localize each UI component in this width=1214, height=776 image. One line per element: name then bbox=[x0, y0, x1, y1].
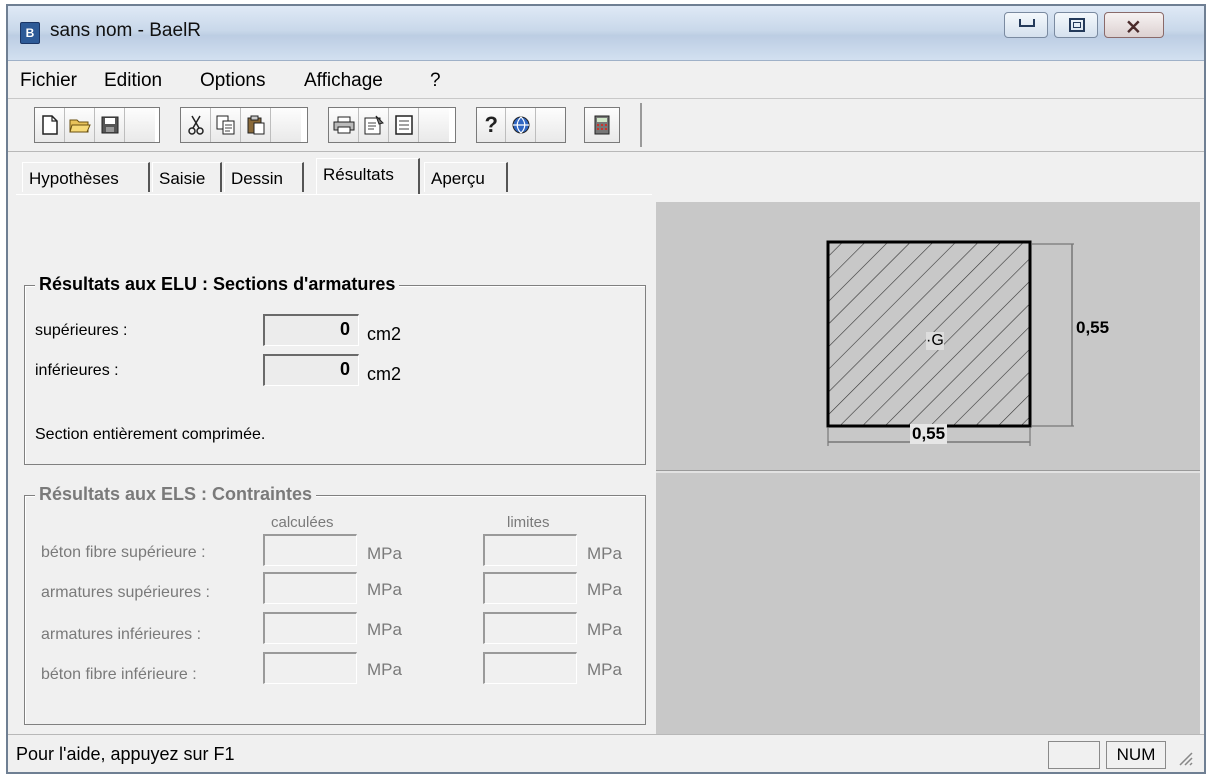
notes-icon[interactable] bbox=[389, 108, 419, 142]
save-as-icon[interactable] bbox=[125, 108, 155, 142]
resize-grip-icon[interactable] bbox=[1176, 749, 1194, 767]
tab-saisie[interactable]: Saisie bbox=[152, 162, 222, 192]
els-unit-lim-arm-inf: MPa bbox=[587, 620, 622, 639]
els-unit-calc-arm-sup: MPa bbox=[367, 580, 402, 599]
els-calc-beton-inf bbox=[263, 652, 357, 684]
els-groupbox: Résultats aux ELS : Contraintes calculée… bbox=[24, 484, 646, 725]
menu-options[interactable]: Options bbox=[200, 70, 265, 92]
status-bar: Pour l'aide, appuyez sur F1 NUM bbox=[8, 734, 1204, 772]
blank-tool-icon-3[interactable] bbox=[535, 108, 565, 142]
properties-icon[interactable] bbox=[359, 108, 389, 142]
calculator-icon[interactable] bbox=[585, 108, 619, 142]
els-lim-arm-sup bbox=[483, 572, 577, 604]
app-window: B sans nom - BaelR ⨯ Fichier Edition Opt… bbox=[6, 4, 1206, 774]
els-calc-arm-inf bbox=[263, 612, 357, 644]
copy-icon[interactable] bbox=[211, 108, 241, 142]
section-drawing-area: 0,55 0,55 ·G bbox=[656, 202, 1200, 736]
paste-icon[interactable] bbox=[241, 108, 271, 142]
maximize-button[interactable] bbox=[1054, 12, 1098, 38]
els-unit-calc-beton-sup: MPa bbox=[367, 544, 402, 563]
els-unit-lim-beton-sup: MPa bbox=[587, 544, 622, 563]
elu-label-inferieures: inférieures : bbox=[35, 362, 119, 379]
els-calc-arm-sup bbox=[263, 572, 357, 604]
toolbar-group-help: ? bbox=[476, 107, 566, 143]
title-bar[interactable]: B sans nom - BaelR ⨯ bbox=[8, 6, 1204, 61]
els-label-beton-inf: béton fibre inférieure : bbox=[41, 666, 197, 683]
elu-unit-superieures: cm2 bbox=[367, 324, 402, 344]
menu-bar: Fichier Edition Options Affichage ? bbox=[8, 62, 1204, 99]
toolbar-separator bbox=[640, 103, 642, 147]
els-lim-beton-sup bbox=[483, 534, 577, 566]
els-lim-beton-inf bbox=[483, 652, 577, 684]
close-icon: ⨯ bbox=[1125, 16, 1142, 38]
close-button[interactable]: ⨯ bbox=[1104, 12, 1164, 38]
toolbar-group-file bbox=[34, 107, 160, 143]
tab-dessin[interactable]: Dessin bbox=[224, 162, 304, 192]
menu-edition[interactable]: Edition bbox=[104, 70, 162, 92]
app-icon[interactable]: B bbox=[20, 22, 40, 44]
results-panel: Résultats aux ELU : Sections d'armatures… bbox=[16, 194, 652, 727]
els-label-beton-sup: béton fibre supérieure : bbox=[41, 544, 206, 561]
elu-label-superieures: supérieures : bbox=[35, 322, 128, 339]
els-title: Résultats aux ELS : Contraintes bbox=[35, 484, 317, 505]
menu-affichage[interactable]: Affichage bbox=[304, 70, 383, 92]
tab-apercu[interactable]: Aperçu bbox=[424, 162, 508, 192]
elu-value-inferieures: 0 bbox=[263, 354, 359, 386]
minimize-button[interactable] bbox=[1004, 12, 1048, 38]
els-label-arm-sup: armatures supérieures : bbox=[41, 584, 210, 601]
toolbar-group-print bbox=[328, 107, 456, 143]
cut-icon[interactable] bbox=[181, 108, 211, 142]
blank-tool-icon[interactable] bbox=[271, 108, 301, 142]
blank-tool-icon-2[interactable] bbox=[419, 108, 449, 142]
help-icon[interactable]: ? bbox=[477, 108, 507, 142]
els-col-calculees: calculées bbox=[271, 514, 334, 531]
els-col-limites: limites bbox=[507, 514, 550, 531]
els-unit-lim-arm-sup: MPa bbox=[587, 580, 622, 599]
els-label-arm-inf: armatures inférieures : bbox=[41, 626, 202, 643]
els-lim-arm-inf bbox=[483, 612, 577, 644]
centroid-label: ·G bbox=[926, 332, 944, 350]
status-pane bbox=[1048, 741, 1100, 769]
toolbar-group-calc bbox=[584, 107, 620, 143]
client-area: Hypothèses Saisie Dessin Résultats Aperç… bbox=[8, 152, 1204, 736]
elu-unit-inferieures: cm2 bbox=[367, 364, 402, 384]
width-dimension-label: 0,55 bbox=[910, 424, 948, 444]
window-title: sans nom - BaelR bbox=[50, 20, 202, 41]
height-dimension-label: 0,55 bbox=[1076, 318, 1110, 337]
minimize-icon bbox=[1019, 19, 1035, 27]
els-unit-lim-beton-inf: MPa bbox=[587, 660, 622, 679]
save-icon[interactable] bbox=[95, 108, 125, 142]
toolbar-group-edit bbox=[180, 107, 308, 143]
status-help-text: Pour l'aide, appuyez sur F1 bbox=[16, 744, 235, 764]
open-folder-icon[interactable] bbox=[65, 108, 95, 142]
tab-hypotheses[interactable]: Hypothèses bbox=[22, 162, 150, 192]
new-document-icon[interactable] bbox=[35, 108, 65, 142]
menu-help[interactable]: ? bbox=[430, 70, 441, 92]
toolbar: ? bbox=[8, 99, 1204, 152]
els-unit-calc-beton-inf: MPa bbox=[367, 660, 402, 679]
elu-value-superieures: 0 bbox=[263, 314, 359, 346]
tab-resultats[interactable]: Résultats bbox=[316, 158, 420, 194]
drawing-divider bbox=[656, 470, 1200, 473]
els-calc-beton-sup bbox=[263, 534, 357, 566]
print-icon[interactable] bbox=[329, 108, 359, 142]
globe-icon[interactable] bbox=[506, 108, 536, 142]
menu-fichier[interactable]: Fichier bbox=[20, 70, 77, 92]
els-unit-calc-arm-inf: MPa bbox=[367, 620, 402, 639]
elu-groupbox: Résultats aux ELU : Sections d'armatures… bbox=[24, 274, 646, 465]
elu-title: Résultats aux ELU : Sections d'armatures bbox=[35, 274, 400, 295]
num-lock-indicator: NUM bbox=[1106, 741, 1166, 769]
elu-message: Section entièrement comprimée. bbox=[35, 426, 266, 443]
